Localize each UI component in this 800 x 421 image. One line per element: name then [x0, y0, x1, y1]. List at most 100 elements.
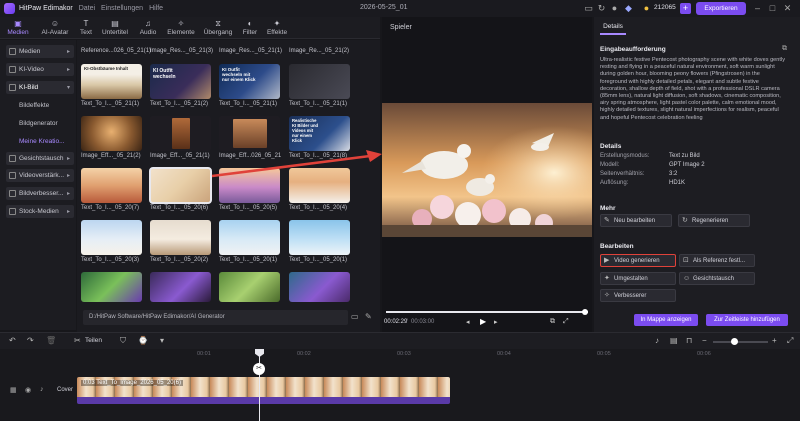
- tab-ai-avatar[interactable]: ☺ AI-Avatar: [38, 18, 72, 38]
- tab-uebergang[interactable]: ⧖ Übergang: [202, 18, 234, 38]
- tab-effekte[interactable]: ✦ Effekte: [265, 18, 289, 38]
- menu-einstellungen[interactable]: Einstellungen: [101, 5, 143, 12]
- playhead-line[interactable]: [259, 349, 260, 421]
- media-thumbnail[interactable]: [81, 272, 142, 302]
- media-thumbnail[interactable]: KI-Obstbäume Inhalt: [81, 64, 142, 99]
- media-thumbnail[interactable]: [150, 272, 211, 302]
- media-thumbnail-selected[interactable]: [149, 167, 212, 204]
- more-heading: Mehr: [600, 205, 616, 212]
- fit-icon[interactable]: ⤢: [787, 336, 793, 346]
- delete-icon[interactable]: 🗑: [46, 336, 56, 345]
- zoom-slider[interactable]: [713, 341, 768, 343]
- media-thumbnail[interactable]: [219, 272, 280, 302]
- tab-audio[interactable]: ♫ Audio: [137, 18, 159, 38]
- filter-icon: ◐: [247, 19, 253, 28]
- maximize-icon[interactable]: □: [767, 3, 778, 14]
- split-scissors-icon[interactable]: ✂: [253, 363, 265, 375]
- media-thumbnail[interactable]: [289, 220, 350, 255]
- main-toolbar: ▣ Medien ☺ AI-Avatar T Text ▤ Untertitel ♫ Au…: [0, 17, 380, 39]
- neu-bearbeiten-button[interactable]: ✎ Neu bearbeiten: [600, 214, 672, 227]
- redo-icon[interactable]: ↷: [27, 336, 34, 345]
- folder-icon[interactable]: ▭: [351, 312, 359, 321]
- mic-icon[interactable]: ♪: [655, 336, 659, 345]
- magnet-icon[interactable]: ⊓: [686, 336, 692, 345]
- gesichtstausch-button[interactable]: ☺ Gesichtstausch: [679, 272, 755, 285]
- copy-icon[interactable]: ⧉: [782, 45, 787, 53]
- media-thumbnail[interactable]: Realistische KI Bilder und Videos mit nu…: [289, 116, 350, 151]
- close-icon[interactable]: ✕: [782, 3, 793, 14]
- media-thumbnail[interactable]: [289, 64, 350, 99]
- tab-text[interactable]: T Text: [76, 18, 96, 38]
- sidebar-item-bildeffekte[interactable]: Bildeffekte: [19, 102, 49, 109]
- media-thumbnail[interactable]: [81, 168, 142, 203]
- timeline-clip[interactable]: 0:03 Text_To_Image_2026_05_20(6): [77, 377, 450, 404]
- media-thumbnail[interactable]: [81, 220, 142, 255]
- details-heading: Details: [600, 143, 622, 150]
- next-frame-icon[interactable]: ▸: [494, 318, 498, 326]
- player-frame[interactable]: [382, 103, 592, 237]
- regenerieren-button[interactable]: ↻ Regenerieren: [678, 214, 750, 227]
- video-generieren-button[interactable]: ▶ Video generieren: [600, 254, 676, 267]
- fullscreen-icon[interactable]: ⤢: [563, 318, 569, 326]
- media-thumbnail[interactable]: [289, 272, 350, 302]
- split-icon[interactable]: ✂: [74, 336, 81, 345]
- tab-filter[interactable]: ◐ Filter: [240, 18, 260, 38]
- media-thumbnail[interactable]: [150, 116, 211, 151]
- media-thumbnail[interactable]: KI Outfit wechseln: [150, 64, 211, 99]
- media-thumbnail[interactable]: [219, 116, 280, 151]
- seek-handle[interactable]: [582, 309, 588, 315]
- zoom-out-icon[interactable]: −: [702, 336, 707, 345]
- play-icon[interactable]: ▶: [480, 317, 486, 326]
- prev-frame-icon[interactable]: ◂: [466, 318, 470, 326]
- monitor-icon[interactable]: ▭: [583, 3, 594, 14]
- marker-icon[interactable]: ▾: [160, 336, 164, 345]
- sidebar-item-medien[interactable]: Medien ▸: [6, 45, 74, 58]
- undo-icon[interactable]: ↶: [9, 336, 16, 345]
- user-avatar-icon[interactable]: ●: [609, 3, 620, 14]
- export-button[interactable]: Exportieren: [696, 2, 746, 15]
- tab-untertitel[interactable]: ▤ Untertitel: [100, 18, 130, 38]
- split-label[interactable]: Teilen: [85, 337, 102, 344]
- playhead-handle[interactable]: [255, 349, 264, 357]
- sidebar-item-bildverbesserer[interactable]: Bildverbesser... ▸: [6, 187, 74, 200]
- in-mappe-anzeigen-button[interactable]: In Mappe anzeigen: [634, 314, 698, 326]
- cover-label[interactable]: Cover: [57, 387, 73, 393]
- track-audio-icon[interactable]: ♪: [40, 386, 44, 393]
- tab-details[interactable]: Details: [600, 21, 626, 35]
- verbesserer-button[interactable]: ✧ Verbesserer: [600, 289, 676, 302]
- tab-elemente[interactable]: ✧ Elemente: [165, 18, 197, 38]
- track-eye-icon[interactable]: ◉: [25, 386, 31, 394]
- edit-icon[interactable]: ✎: [365, 312, 372, 321]
- sidebar-item-gesichtstausch[interactable]: Gesichtstausch ▸: [6, 152, 74, 165]
- minimize-icon[interactable]: –: [752, 3, 763, 14]
- caption-icon[interactable]: ▤: [670, 336, 678, 345]
- shield-icon[interactable]: ⛉: [120, 336, 126, 346]
- sidebar-item-ki-bild[interactable]: KI-Bild ▾: [6, 81, 74, 94]
- zoom-in-icon[interactable]: +: [772, 336, 777, 345]
- sidebar-item-videoverstaerker[interactable]: Videoverstärk... ▸: [6, 169, 74, 182]
- media-thumbnail[interactable]: [150, 220, 211, 255]
- sidebar-item-ki-video[interactable]: KI-Video ▸: [6, 63, 74, 76]
- menu-hilfe[interactable]: Hilfe: [149, 5, 163, 12]
- track-lock-icon[interactable]: ▦: [10, 386, 17, 394]
- sidebar-item-bildgenerator[interactable]: Bildgenerator: [19, 120, 58, 127]
- folder-path-field[interactable]: D:/HitPaw Software/HitPaw Edimakor/AI Ge…: [83, 310, 348, 325]
- diamond-icon: ◆: [625, 3, 632, 13]
- speed-icon[interactable]: ⌚: [138, 336, 148, 345]
- menu-datei[interactable]: Datei: [79, 5, 95, 12]
- sync-icon[interactable]: ↻: [596, 3, 607, 14]
- sidebar-item-stock-medien[interactable]: Stock-Medien ▸: [6, 205, 74, 218]
- transition-icon: ⧖: [215, 19, 221, 28]
- zur-zeitleiste-button[interactable]: Zur Zeitleiste hinzufügen: [706, 314, 788, 326]
- media-thumbnail[interactable]: [219, 220, 280, 255]
- media-thumbnail[interactable]: KI Outfit wechseln mit nur einem Klick: [219, 64, 280, 99]
- add-credits-icon[interactable]: +: [680, 3, 691, 14]
- umgestalten-button[interactable]: ✦ Umgestalten: [600, 272, 676, 285]
- zoom-handle[interactable]: [731, 338, 738, 345]
- sidebar-item-meine-kreationen[interactable]: Meine Kreatio...: [19, 138, 65, 145]
- seek-bar[interactable]: [386, 311, 588, 313]
- media-thumbnail[interactable]: [81, 116, 142, 151]
- screenshot-icon[interactable]: ⧉: [550, 318, 555, 326]
- tab-medien[interactable]: ▣ Medien: [6, 18, 30, 38]
- als-referenz-button[interactable]: ⊡ Als Referenz festl...: [679, 254, 755, 267]
